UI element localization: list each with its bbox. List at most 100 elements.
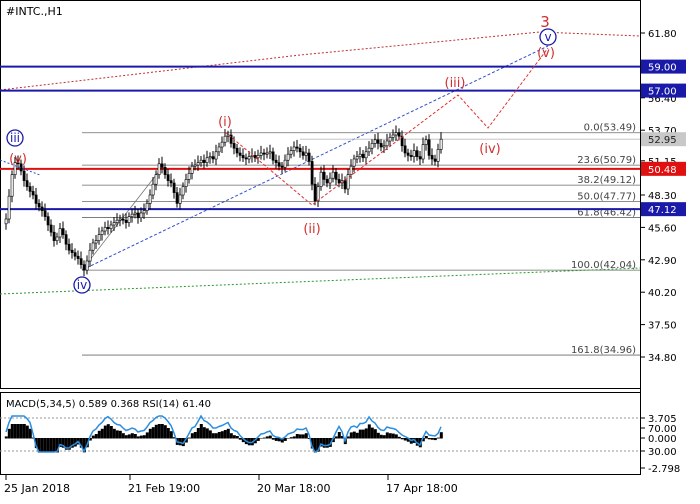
macd-histogram-bar — [10, 424, 14, 439]
candle-body — [334, 171, 338, 180]
indicator-tick-label: 0.000 — [648, 434, 677, 445]
candle-body — [88, 249, 92, 262]
macd-histogram-bar — [19, 424, 23, 439]
macd-histogram-bar — [121, 433, 125, 439]
candle-body — [325, 179, 329, 184]
candle-body — [181, 186, 185, 196]
candle-body — [64, 234, 68, 245]
candle-body — [418, 156, 422, 160]
candle-body — [142, 210, 146, 214]
time-axis-label: 17 Apr 18:00 — [386, 482, 458, 495]
candle-body — [415, 150, 419, 157]
candle-body — [358, 153, 362, 157]
wave-label: (iii) — [445, 76, 466, 91]
macd-histogram-bar — [295, 434, 299, 439]
fib-level-label: 38.2(49.12) — [577, 175, 636, 186]
candle-body — [10, 174, 14, 197]
candle-body — [430, 155, 434, 160]
candle-body — [127, 216, 131, 223]
candle-body — [310, 161, 314, 185]
macd-histogram-bar — [217, 432, 221, 439]
macd-histogram-bar — [118, 430, 122, 439]
price-tick-label: 48.30 — [648, 191, 677, 202]
candle-body — [316, 186, 320, 202]
candle-body — [277, 162, 281, 167]
candle-body — [100, 230, 104, 235]
candle-body — [304, 152, 308, 156]
candle-body — [61, 228, 65, 235]
macd-histogram-bar — [349, 432, 353, 439]
candle-body — [55, 236, 59, 241]
candle-body — [280, 165, 284, 168]
macd-histogram-bar — [43, 438, 47, 453]
macd-histogram-bar — [265, 436, 269, 439]
price-tick-label: 34.80 — [648, 353, 677, 364]
macd-histogram-bar — [91, 435, 95, 439]
candle-body — [424, 139, 428, 145]
candle-body — [94, 240, 98, 244]
macd-histogram-bar — [337, 432, 341, 439]
candle-body — [70, 249, 74, 253]
candle-body — [247, 156, 251, 160]
macd-histogram-bar — [382, 435, 386, 439]
macd-histogram-bar — [187, 437, 191, 439]
candle-body — [379, 143, 383, 148]
macd-histogram-bar — [133, 434, 137, 439]
macd-histogram-bar — [388, 433, 392, 439]
macd-histogram-bar — [400, 438, 404, 440]
candle-body — [121, 218, 125, 221]
candle-body — [91, 242, 95, 251]
candle-body — [166, 174, 170, 181]
macd-histogram-bar — [430, 438, 434, 440]
candle-body — [52, 231, 56, 241]
candle-body — [397, 132, 401, 137]
macd-histogram-bar — [358, 429, 362, 439]
macd-histogram-bar — [346, 436, 350, 439]
candle-body — [124, 219, 128, 223]
macd-histogram-bar — [436, 437, 440, 439]
candle-body — [373, 139, 377, 144]
candle-body — [79, 258, 83, 265]
price-tick-label: 40.20 — [648, 288, 677, 299]
candle-body — [265, 152, 269, 155]
chart-canvas[interactable]: 0.0(53.49) 23.6(50.79) 38.2(49.12) 50.0(47.… — [0, 0, 700, 500]
macd-histogram-bar — [220, 431, 224, 439]
indicator-tick-label: 30.00 — [648, 447, 677, 458]
candle-body — [175, 192, 179, 204]
macd-histogram-bar — [148, 428, 152, 439]
candle-body — [211, 156, 215, 160]
wave-label: v — [544, 30, 551, 44]
macd-histogram-bar — [205, 428, 209, 439]
trading-chart[interactable]: 0.0(53.49) 23.6(50.79) 38.2(49.12) 50.0(47.… — [0, 0, 700, 500]
time-axis-label: 25 Jan 2018 — [4, 482, 70, 495]
macd-histogram-bar — [433, 438, 437, 441]
candle-body — [184, 179, 188, 187]
candle-body — [40, 206, 44, 211]
macd-histogram-bar — [169, 431, 173, 439]
macd-histogram-bar — [127, 434, 131, 439]
candle-body — [244, 157, 248, 160]
candle-body — [283, 159, 287, 168]
macd-histogram-bar — [289, 437, 293, 439]
candle-body — [406, 152, 410, 156]
macd-histogram-bar — [124, 435, 128, 439]
macd-histogram-bar — [379, 434, 383, 439]
macd-histogram-bar — [355, 432, 359, 439]
wave-label: (ii) — [303, 222, 320, 237]
price-tag-label: 59.00 — [648, 63, 677, 74]
price-tick-label: 61.80 — [648, 29, 677, 40]
macd-histogram-bar — [361, 429, 365, 439]
candle-body — [307, 152, 311, 162]
candle-body — [190, 165, 194, 174]
candle-body — [169, 180, 173, 184]
candle-body — [85, 260, 89, 271]
macd-histogram-bar — [7, 428, 11, 439]
macd-histogram-bar — [193, 432, 197, 439]
candle-body — [289, 150, 293, 155]
candle-body — [58, 228, 62, 238]
candle-body — [382, 145, 386, 148]
macd-histogram-bar — [16, 424, 20, 439]
candle-body — [151, 183, 155, 196]
macd-histogram-bar — [229, 433, 233, 439]
candle-body — [34, 194, 38, 204]
